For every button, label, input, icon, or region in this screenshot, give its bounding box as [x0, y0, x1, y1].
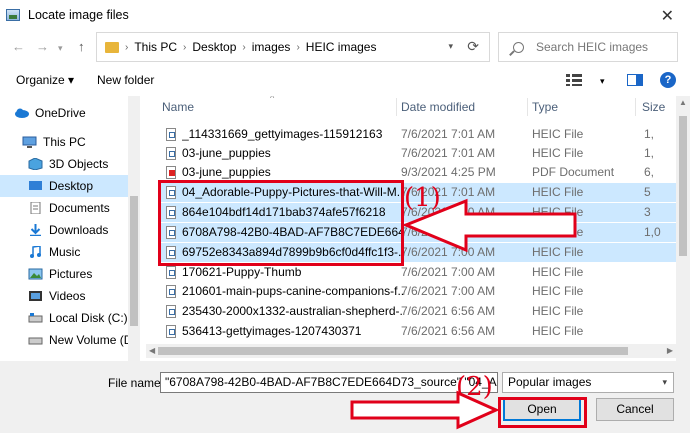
annotation-arrows	[350, 198, 577, 430]
arrow-right-icon	[350, 390, 500, 430]
arrow-left-icon	[402, 198, 577, 253]
